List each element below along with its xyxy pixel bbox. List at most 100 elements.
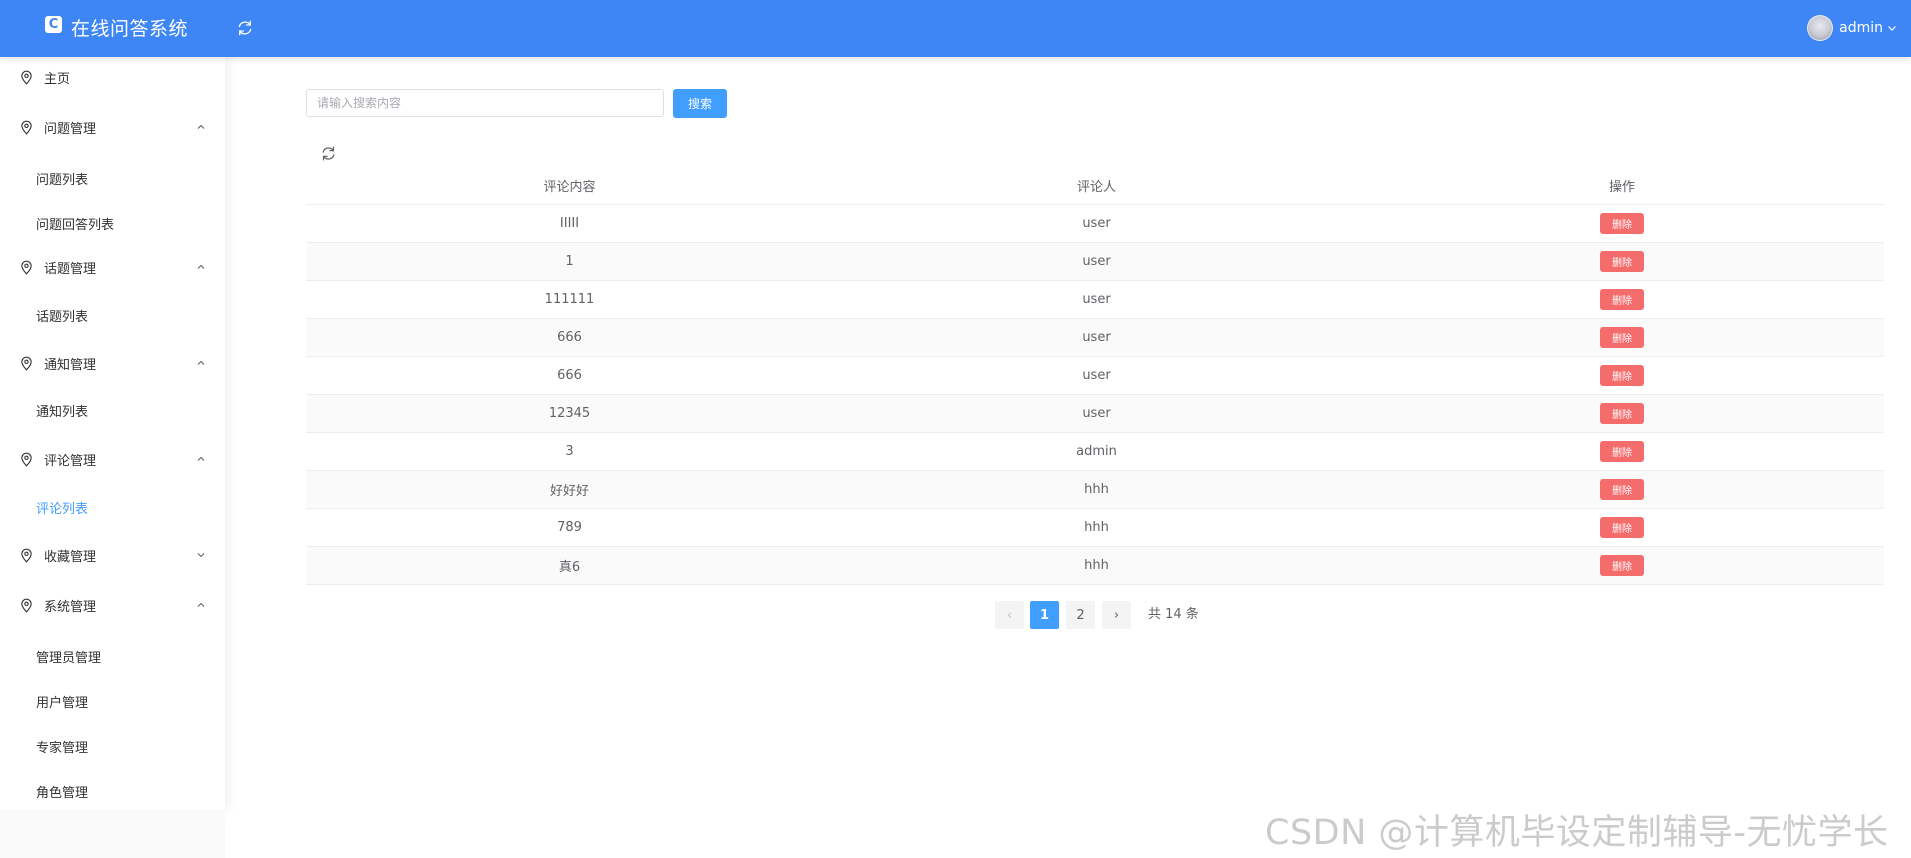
comment-content: 111111 [544, 292, 595, 307]
action-cell: 删除 [1360, 433, 1884, 470]
page-button-2[interactable]: 2 [1066, 601, 1095, 629]
table-row: 1 user 删除 [306, 243, 1884, 281]
table-row: 3 admin 删除 [306, 433, 1884, 471]
delete-button[interactable]: 删除 [1600, 403, 1644, 424]
map-pin-icon [21, 452, 32, 467]
delete-button[interactable]: 删除 [1600, 441, 1644, 462]
comment-author: user [1082, 368, 1111, 383]
sidebar-item-comment-list[interactable]: 评论列表 [0, 487, 225, 527]
column-header: 操作 [1608, 179, 1635, 195]
action-cell: 删除 [1360, 243, 1884, 280]
sidebar-item-label: 管理员管理 [36, 650, 102, 666]
chevron-down-icon [197, 553, 205, 558]
sidebar-item-user-manage[interactable]: 用户管理 [0, 681, 225, 721]
sidebar-group-favorites[interactable]: 收藏管理 [0, 535, 225, 575]
sidebar-item-label: 通知列表 [36, 404, 89, 420]
chevron-up-icon [197, 264, 205, 269]
map-pin-icon [21, 260, 32, 275]
action-cell: 删除 [1360, 547, 1884, 584]
delete-button[interactable]: 删除 [1600, 289, 1644, 310]
comment-author: admin [1076, 444, 1117, 459]
action-cell: 删除 [1360, 319, 1884, 356]
delete-button[interactable]: 删除 [1600, 479, 1644, 500]
sidebar-group-label: 问题管理 [44, 121, 97, 137]
column-header: 评论人 [1076, 179, 1116, 195]
app-title: 在线问答系统 [71, 18, 189, 40]
user-name: admin [1839, 20, 1883, 36]
table-row: IIIII user 删除 [306, 205, 1884, 243]
search-input[interactable] [306, 89, 664, 117]
table-row: 111111 user 删除 [306, 281, 1884, 319]
sidebar-item-home[interactable]: 主页 [0, 57, 225, 97]
delete-button[interactable]: 删除 [1600, 365, 1644, 386]
chevron-up-icon [197, 360, 205, 365]
logo-icon: C [45, 16, 62, 33]
sidebar-group-questions[interactable]: 问题管理 [0, 107, 225, 147]
comment-content: 1 [565, 254, 574, 269]
comment-content: 真6 [558, 560, 581, 575]
sidebar-item-answer-list[interactable]: 问题回答列表 [0, 203, 225, 243]
sidebar-item-label: 问题回答列表 [36, 217, 115, 233]
top-header: C 在线问答系统 admin [0, 0, 1911, 57]
sidebar-item-label: 角色管理 [36, 785, 89, 801]
prev-page-button[interactable]: ‹ [995, 601, 1024, 629]
sidebar-group-system[interactable]: 系统管理 [0, 585, 225, 625]
table-row: 666 user 删除 [306, 357, 1884, 395]
chevron-up-icon [197, 456, 205, 461]
delete-button[interactable]: 删除 [1600, 517, 1644, 538]
delete-button[interactable]: 删除 [1600, 327, 1644, 348]
sidebar-group-label: 话题管理 [44, 261, 97, 277]
action-cell: 删除 [1360, 509, 1884, 546]
comment-content: IIIII [559, 216, 580, 231]
sidebar-item-question-list[interactable]: 问题列表 [0, 158, 225, 198]
comment-content: 好好好 [549, 484, 589, 499]
comment-author: user [1082, 254, 1111, 269]
sidebar-item-label: 主页 [44, 71, 71, 87]
delete-button[interactable]: 删除 [1600, 251, 1644, 272]
sidebar-group-comments[interactable]: 评论管理 [0, 439, 225, 479]
sidebar-group-label: 评论管理 [44, 453, 97, 469]
sidebar-item-role-manage[interactable]: 角色管理 [0, 771, 225, 811]
table-row: 好好好 hhh 删除 [306, 471, 1884, 509]
chevron-up-icon [197, 124, 205, 129]
sidebar: 主页 问题管理 问题列表 问题回答列表 话题管理 话题列表 通知管理 通知列表 … [0, 57, 225, 809]
delete-button[interactable]: 删除 [1600, 213, 1644, 234]
comment-content: 12345 [548, 406, 591, 421]
user-menu[interactable]: admin [1807, 15, 1897, 41]
map-pin-icon [21, 120, 32, 135]
sidebar-group-label: 通知管理 [44, 357, 97, 373]
watermark: CSDN @计算机毕设定制辅导-无忧学长 [1265, 813, 1889, 853]
action-cell: 删除 [1360, 357, 1884, 394]
sidebar-footer [0, 809, 225, 858]
delete-button[interactable]: 删除 [1600, 555, 1644, 576]
sidebar-item-label: 用户管理 [36, 695, 89, 711]
comment-author: user [1082, 292, 1111, 307]
sidebar-item-topic-list[interactable]: 话题列表 [0, 295, 225, 335]
page-button-1[interactable]: 1 [1030, 601, 1059, 629]
comment-content: 789 [557, 520, 582, 535]
table-header: 评论内容 评论人 操作 [306, 166, 1884, 205]
sidebar-item-label: 问题列表 [36, 172, 89, 188]
sidebar-item-admin-manage[interactable]: 管理员管理 [0, 636, 225, 676]
sidebar-group-notices[interactable]: 通知管理 [0, 343, 225, 383]
map-pin-icon [21, 356, 32, 371]
column-header: 评论内容 [543, 179, 596, 195]
sidebar-item-notice-list[interactable]: 通知列表 [0, 390, 225, 430]
comment-author: hhh [1084, 558, 1109, 573]
chevron-up-icon [197, 602, 205, 607]
action-cell: 删除 [1360, 205, 1884, 242]
sidebar-group-label: 收藏管理 [44, 549, 97, 565]
sidebar-item-label: 评论列表 [36, 501, 89, 517]
table-row: 真6 hhh 删除 [306, 547, 1884, 585]
sidebar-item-label: 话题列表 [36, 309, 89, 325]
action-cell: 删除 [1360, 471, 1884, 508]
sidebar-group-topics[interactable]: 话题管理 [0, 247, 225, 287]
next-page-button[interactable]: › [1102, 601, 1131, 629]
sidebar-item-expert-manage[interactable]: 专家管理 [0, 726, 225, 766]
comments-table: 评论内容 评论人 操作 IIIII user 删除 1 user 删除 1111… [306, 166, 1884, 585]
refresh-icon[interactable] [320, 145, 337, 162]
refresh-icon[interactable] [236, 19, 254, 37]
action-cell: 删除 [1360, 395, 1884, 432]
sidebar-group-label: 系统管理 [44, 599, 97, 615]
search-button[interactable]: 搜索 [673, 89, 727, 118]
